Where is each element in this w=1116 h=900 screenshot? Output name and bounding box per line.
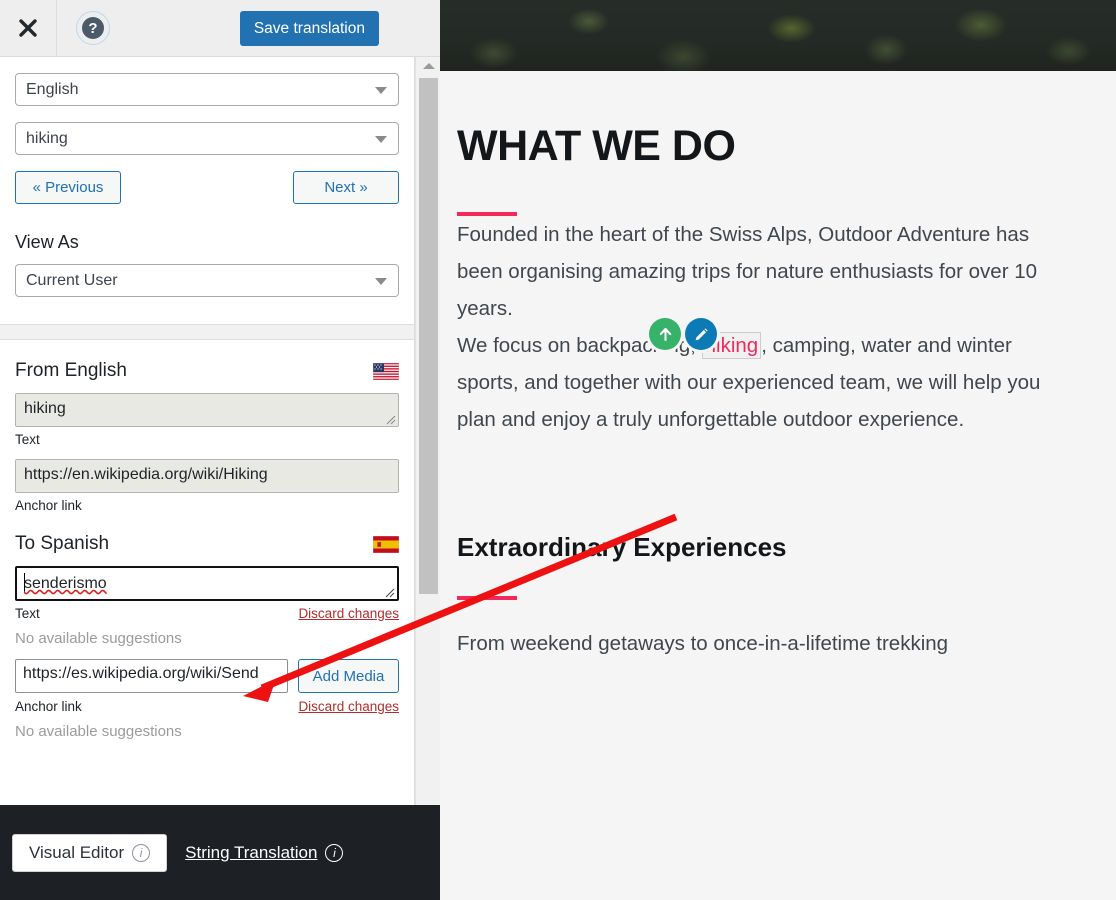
source-text-value: hiking [24,400,66,417]
page-title: WHAT WE DO [457,122,736,170]
sidebar-scrollbar[interactable] [415,57,440,900]
target-text-discard-link[interactable]: Discard changes [298,606,399,621]
sidebar-top-section: English hiking « Previous Next » View As… [0,73,414,297]
target-link-value: https://es.wikipedia.org/wiki/Send [23,665,259,682]
paragraph-experiences: From weekend getaways to once-in-a-lifet… [457,632,949,655]
target-link-input[interactable]: https://es.wikipedia.org/wiki/Send [15,659,288,693]
preview-body: WHAT WE DO Founded in the heart of the S… [440,71,1116,662]
string-select-value: hiking [26,129,68,147]
target-title: To Spanish [15,533,110,554]
move-up-button[interactable] [649,318,681,350]
target-text-input[interactable]: senderismo [15,566,399,601]
target-link-suggestions: No available suggestions [15,723,182,740]
help-button[interactable]: ? [57,0,129,57]
language-select-value: English [26,80,79,98]
next-button[interactable]: Next » [293,171,399,204]
hero-forest-image [440,0,1116,71]
source-link-value: https://en.wikipedia.org/wiki/Hiking [24,466,268,483]
source-section: From English hiking Text https://en.wiki… [0,360,414,513]
scroll-up-arrow-icon [422,63,435,69]
save-translation-button[interactable]: Save translation [239,11,379,46]
arrow-up-icon [659,327,671,341]
edit-translation-button[interactable] [685,318,717,350]
scrollbar-thumb[interactable] [419,78,438,594]
source-text-field: hiking [15,393,399,427]
close-icon [19,19,37,37]
target-link-discard-link[interactable]: Discard changes [298,699,399,714]
language-select[interactable]: English [15,73,399,106]
sidebar-scroll-area: English hiking « Previous Next » View As… [0,57,440,900]
paragraph-intro: Founded in the heart of the Swiss Alps, … [457,223,1038,320]
paragraph-focus: We focus on backpacking, hiking, camping… [457,318,1043,438]
add-media-button[interactable]: Add Media [298,659,399,693]
section-divider [0,324,414,340]
source-header: From English [15,360,399,382]
view-as-select[interactable]: Current User [15,264,399,297]
string-translation-link[interactable]: String Translation i [185,842,344,863]
source-title: From English [15,360,127,381]
resize-grip-icon [385,588,395,598]
inline-action-buttons [649,318,717,350]
target-header: To Spanish [15,533,399,555]
help-icon: ? [76,11,110,45]
chevron-down-icon [375,136,387,143]
help-glyph: ? [82,17,104,39]
string-select[interactable]: hiking [15,122,399,155]
chevron-down-icon [375,87,387,94]
visual-editor-label: Visual Editor [29,842,125,862]
subsection-title: Extraordinary Experiences [457,532,787,562]
us-flag-icon [373,362,399,380]
string-translation-label: String Translation [185,842,318,862]
page-preview: WHAT WE DO Founded in the heart of the S… [440,0,1116,900]
previous-button[interactable]: « Previous [15,171,121,204]
nav-buttons: « Previous Next » [15,171,399,204]
view-as-select-value: Current User [26,271,118,289]
subtitle-accent-rule [457,596,517,600]
info-icon[interactable]: i [325,843,344,862]
screen-root: ? Save translation English hiking « Prev… [0,0,1116,900]
es-flag-icon [373,535,399,553]
target-text-label: Text [15,606,40,621]
source-link-field: https://en.wikipedia.org/wiki/Hiking [15,459,399,493]
chevron-down-icon [375,278,387,285]
visual-editor-button[interactable]: Visual Editor i [12,833,168,872]
subsection: Extraordinary Experiences From weekend g… [457,534,1116,662]
resize-grip-icon [386,415,396,425]
source-text-label: Text [15,432,40,447]
target-text-value: senderismo [24,575,107,592]
target-text-suggestions: No available suggestions [15,630,182,647]
sidebar-toolbar: ? Save translation [0,0,440,57]
target-link-row: https://es.wikipedia.org/wiki/Send Add M… [15,659,399,693]
sidebar-panel: English hiking « Previous Next » View As… [0,57,415,900]
target-section: To Spanish senderismo Text Discard chang… [0,533,414,740]
scrollbar-up-button[interactable] [416,57,440,75]
info-icon[interactable]: i [132,843,151,862]
target-text-labelrow: Text Discard changes [15,606,399,621]
source-link-label: Anchor link [15,498,82,513]
target-link-labelrow: Anchor link Discard changes [15,699,399,714]
view-as-label: View As [15,232,79,252]
translation-sidebar: ? Save translation English hiking « Prev… [0,0,440,900]
editor-mode-footer: Visual Editor i String Translation i [0,805,440,900]
pencil-edit-icon [695,327,708,340]
close-button[interactable] [0,0,57,57]
target-link-label: Anchor link [15,699,82,714]
